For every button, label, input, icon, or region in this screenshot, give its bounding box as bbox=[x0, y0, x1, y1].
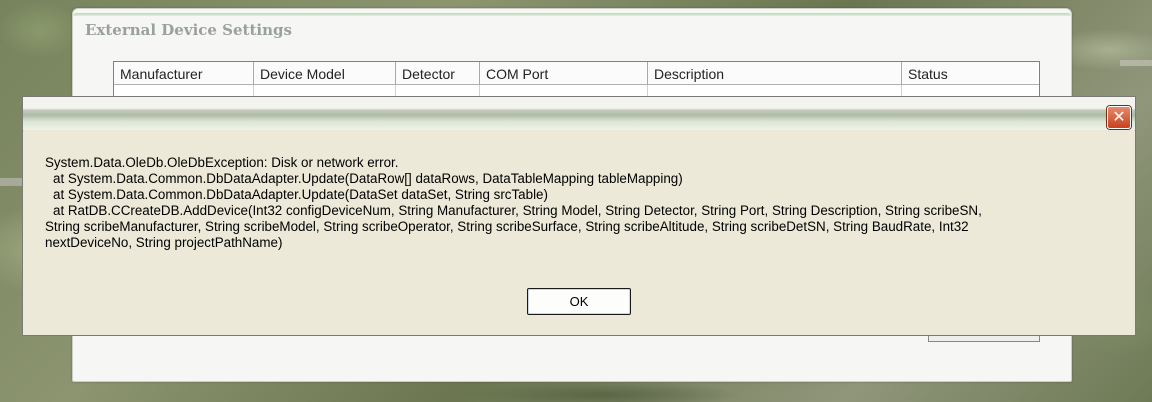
column-header-description[interactable]: Description bbox=[648, 62, 902, 84]
column-header-detector[interactable]: Detector bbox=[396, 62, 480, 84]
error-message: System.Data.OleDb.OleDbException: Disk o… bbox=[45, 155, 1123, 251]
window-title-strip bbox=[73, 13, 1071, 16]
column-header-device-model[interactable]: Device Model bbox=[254, 62, 396, 84]
dialog-titlebar[interactable]: ✕ bbox=[23, 97, 1135, 130]
error-message-line: at RatDB.CCreateDB.AddDevice(Int32 confi… bbox=[53, 203, 982, 218]
column-header-status[interactable]: Status bbox=[902, 62, 1037, 84]
column-header-manufacturer[interactable]: Manufacturer bbox=[114, 62, 254, 84]
window-title: External Device Settings bbox=[85, 21, 292, 39]
error-message-line: String scribeManufacturer, String scribe… bbox=[45, 219, 969, 234]
grid-header: Manufacturer Device Model Detector COM P… bbox=[114, 62, 1039, 85]
error-message-line: at System.Data.Common.DbDataAdapter.Upda… bbox=[53, 187, 548, 202]
error-message-line: at System.Data.Common.DbDataAdapter.Upda… bbox=[53, 171, 683, 186]
background-road bbox=[1120, 60, 1152, 66]
close-icon[interactable]: ✕ bbox=[1107, 106, 1131, 129]
column-header-com-port[interactable]: COM Port bbox=[480, 62, 648, 84]
ok-button[interactable]: OK bbox=[527, 288, 631, 315]
error-message-line: System.Data.OleDb.OleDbException: Disk o… bbox=[45, 155, 399, 170]
dialog-body: System.Data.OleDb.OleDbException: Disk o… bbox=[23, 131, 1135, 335]
error-message-line: nextDeviceNo, String projectPathName) bbox=[45, 235, 283, 250]
error-dialog: ✕ System.Data.OleDb.OleDbException: Disk… bbox=[22, 96, 1136, 336]
